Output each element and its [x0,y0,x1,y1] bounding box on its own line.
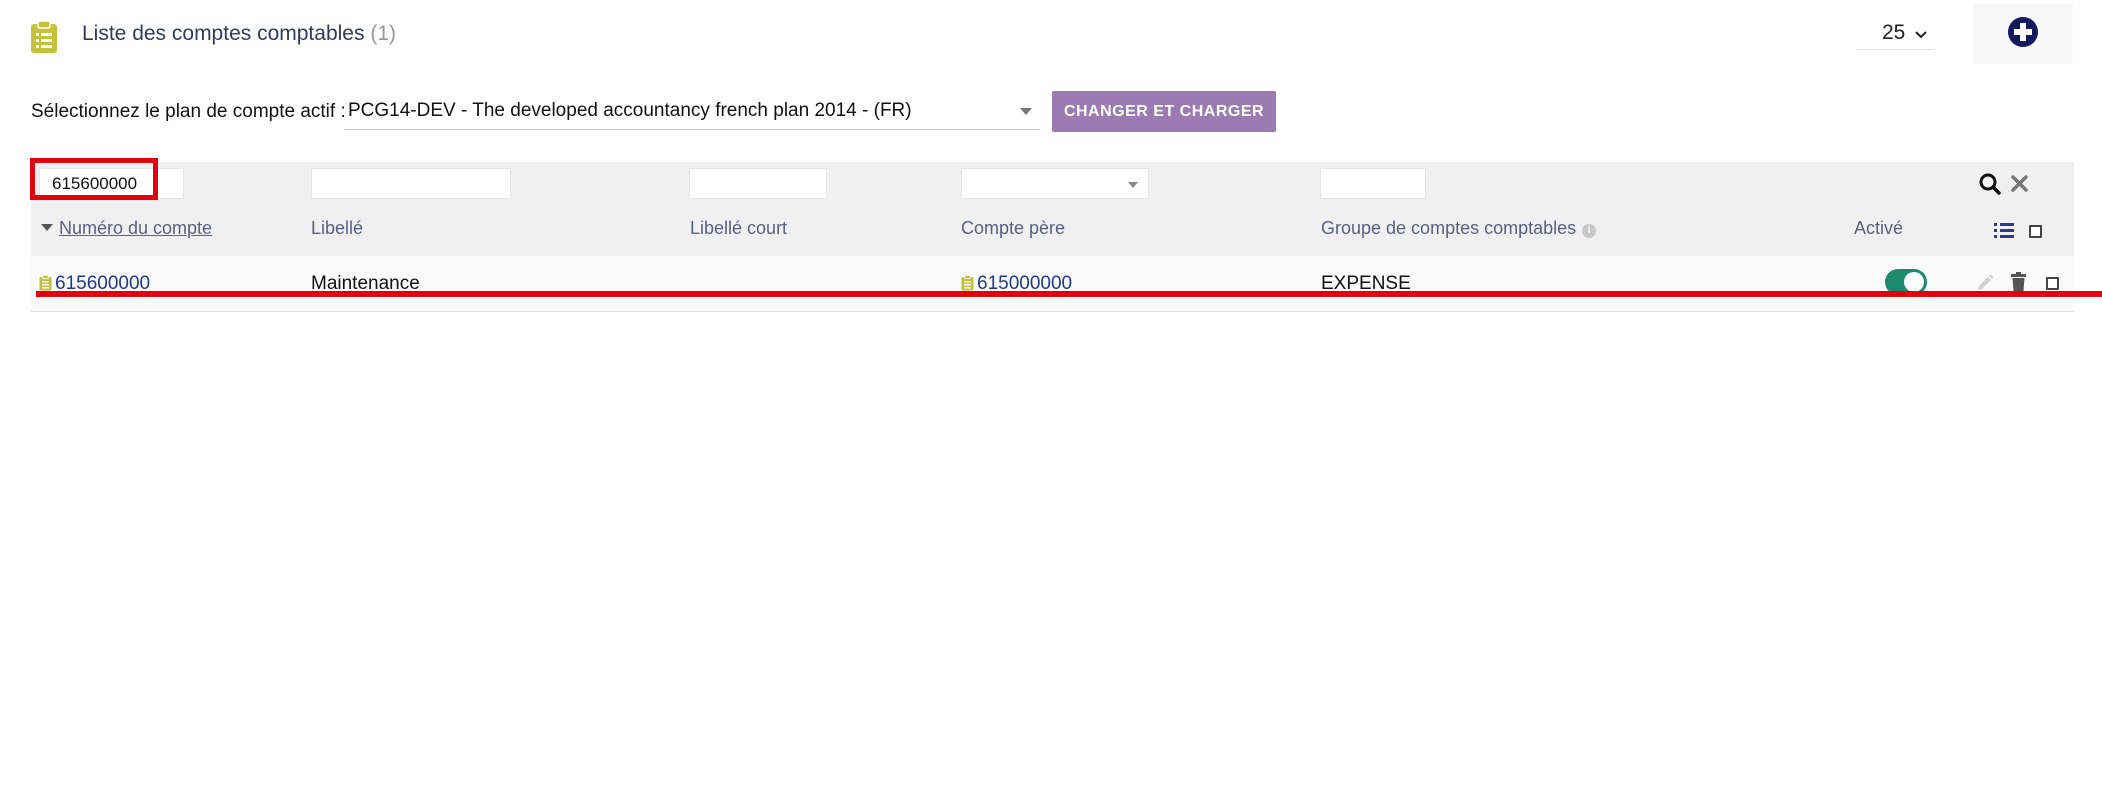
row-select-checkbox[interactable] [2046,277,2059,290]
info-icon[interactable]: i [1582,224,1597,238]
filter-groupe-input[interactable] [1320,168,1426,199]
plus-circle-icon [2007,16,2039,53]
record-count: (1) [370,22,396,45]
col-header-groupe: Groupe de comptes comptables i [1321,218,1597,239]
caret-down-icon [1128,182,1138,188]
sort-desc-icon [41,224,53,231]
annotation-underline [36,291,2102,297]
col-header-numero[interactable]: Numéro du compte [41,218,212,239]
search-icon[interactable] [1979,173,2001,200]
col-header-numero-label: Numéro du compte [59,218,213,238]
col-header-groupe-label: Groupe de comptes comptables [1321,218,1577,238]
col-header-compte-pere: Compte père [961,218,1066,238]
per-page-select[interactable]: 25 [1856,16,1934,50]
toggle-knob [1904,272,1924,292]
page-title: Liste des comptes comptables (1) [82,22,396,46]
plan-select[interactable]: PCG14-DEV - The developed accountancy fr… [344,92,1040,130]
add-account-button[interactable] [1973,4,2073,64]
chevron-down-icon [1915,21,1928,45]
list-columns-icon[interactable] [1994,222,2014,244]
plan-select-value: PCG14-DEV - The developed accountancy fr… [348,99,912,121]
col-header-libelle: Libellé [311,218,364,238]
filter-libelle-court-input[interactable] [689,168,827,199]
select-all-checkbox[interactable] [2029,225,2042,238]
change-and-load-button[interactable]: CHANGER ET CHARGER [1052,91,1276,132]
clear-filter-icon[interactable] [2011,175,2028,197]
page-title-text: Liste des comptes comptables [82,22,365,45]
filter-compte-pere-select[interactable] [961,168,1149,199]
plan-label: Sélectionnez le plan de compte actif : [31,101,346,122]
table-header: 615600000 Numéro du compte Libellé Libel… [31,162,2074,256]
table-row: 615600000 Maintenance 615000000 EXPENSE [31,256,2074,312]
annotation-highlight-box [30,158,158,200]
col-header-libelle-court: Libellé court [690,218,788,238]
filter-libelle-input[interactable] [311,168,511,199]
clipboard-list-icon [30,20,58,54]
per-page-value: 25 [1882,20,1906,44]
caret-down-icon [1020,108,1032,115]
col-header-active: Activé [1854,218,1904,238]
